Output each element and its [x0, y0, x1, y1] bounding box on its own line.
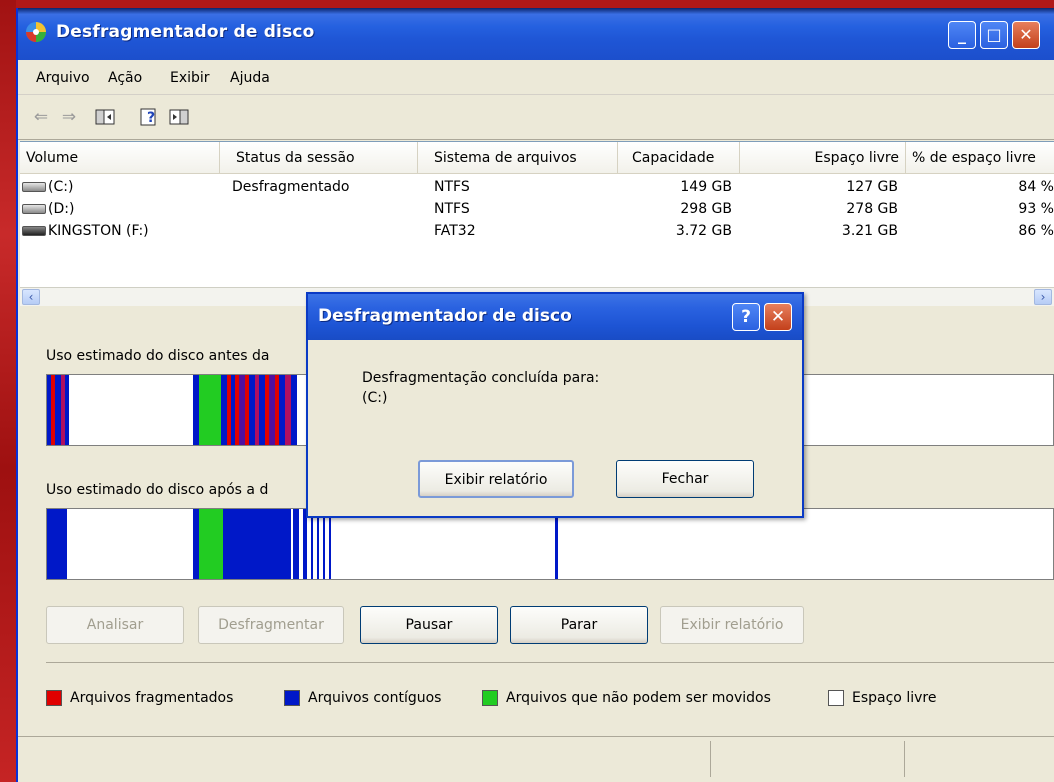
hard-drive-icon	[22, 204, 46, 214]
column-header-filesystem[interactable]: Sistema de arquivos	[418, 142, 618, 174]
column-header-free-space[interactable]: Espaço livre	[740, 142, 906, 174]
minimize-icon: _	[958, 25, 966, 44]
percent-free-cell: 84 %	[1018, 179, 1054, 195]
dialog-help-button[interactable]: ?	[732, 303, 760, 331]
table-row[interactable]: KINGSTON (F:) FAT32 3.72 GB 3.21 GB 86 %	[20, 220, 1054, 242]
scroll-right-button[interactable]: ›	[1034, 289, 1052, 305]
pause-button[interactable]: Pausar	[360, 606, 498, 644]
contiguous-swatch	[284, 690, 300, 706]
volume-cell: KINGSTON (F:)	[22, 220, 149, 242]
analyze-button[interactable]: Analisar	[46, 606, 184, 644]
status-divider	[710, 741, 711, 777]
free-space-cell: 3.21 GB	[841, 223, 898, 239]
background-border	[0, 0, 16, 782]
dialog-message-line: Desfragmentação concluída para:	[362, 370, 600, 386]
stop-button[interactable]: Parar	[510, 606, 648, 644]
dialog-volume-label: (C:)	[362, 390, 388, 406]
dialog-title: Desfragmentador de disco	[318, 306, 572, 326]
defrag-window: Desfragmentador de disco _ □ ✕ Arquivo A…	[16, 8, 1054, 782]
filesystem-cell: NTFS	[434, 201, 470, 217]
volume-cell: (C:)	[22, 176, 73, 198]
hard-drive-icon	[22, 182, 46, 192]
window-title: Desfragmentador de disco	[56, 22, 315, 42]
capacity-cell: 149 GB	[680, 179, 732, 195]
after-disk-usage-bar	[46, 508, 1054, 580]
legend-free-space: Espaço livre	[828, 688, 936, 708]
help-icon[interactable]: ?	[138, 106, 160, 128]
view-report-button[interactable]: Exibir relatório	[660, 606, 804, 644]
volume-cell: (D:)	[22, 198, 74, 220]
close-button[interactable]: ✕	[1012, 21, 1040, 49]
maximize-button[interactable]: □	[980, 21, 1008, 49]
column-header-percent-free[interactable]: % de espaço livre	[906, 142, 1054, 174]
forward-arrow-icon[interactable]: ⇒	[58, 106, 80, 128]
status-bar	[18, 736, 1054, 782]
legend-label: Arquivos que não podem ser movidos	[506, 690, 771, 706]
dialog-title-bar[interactable]: Desfragmentador de disco ? ✕	[308, 294, 802, 340]
close-icon: ✕	[770, 307, 786, 327]
free-space-cell: 127 GB	[846, 179, 898, 195]
free-space-cell: 278 GB	[846, 201, 898, 217]
capacity-cell: 3.72 GB	[675, 223, 732, 239]
fragmented-swatch	[46, 690, 62, 706]
table-row[interactable]: (C:) Desfragmentado NTFS 149 GB 127 GB 8…	[20, 176, 1054, 198]
dialog-close-action-button[interactable]: Fechar	[616, 460, 754, 498]
filesystem-cell: NTFS	[434, 179, 470, 195]
minimize-button[interactable]: _	[948, 21, 976, 49]
status-divider	[904, 741, 905, 777]
show-hide-console-tree-icon[interactable]	[94, 106, 116, 128]
usb-drive-icon	[22, 226, 46, 236]
svg-text:?: ?	[147, 110, 155, 126]
free-space-swatch	[828, 690, 844, 706]
table-row[interactable]: (D:) NTFS 298 GB 278 GB 93 %	[20, 198, 1054, 220]
menu-arquivo[interactable]: Arquivo	[36, 70, 90, 86]
maximize-icon: □	[986, 25, 1002, 44]
toolbar: ⇐ ⇒ ?	[18, 95, 1054, 140]
volume-name: (C:)	[48, 179, 74, 195]
column-header-capacity[interactable]: Capacidade	[618, 142, 740, 174]
close-icon: ✕	[1019, 25, 1033, 44]
legend-label: Arquivos contíguos	[308, 690, 442, 706]
filesystem-cell: FAT32	[434, 223, 476, 239]
before-usage-label: Uso estimado do disco antes da	[46, 348, 270, 364]
after-usage-label: Uso estimado do disco após a d	[46, 482, 269, 498]
legend-fragmented: Arquivos fragmentados	[46, 688, 233, 708]
title-bar[interactable]: Desfragmentador de disco _ □ ✕	[18, 8, 1054, 60]
percent-free-cell: 86 %	[1018, 223, 1054, 239]
unmovable-swatch	[482, 690, 498, 706]
volume-name: KINGSTON (F:)	[48, 223, 149, 239]
dialog-message: Desfragmentação concluída para: (C:)	[362, 368, 599, 408]
dialog-view-report-button[interactable]: Exibir relatório	[418, 460, 574, 498]
defragment-button[interactable]: Desfragmentar	[198, 606, 344, 644]
defrag-app-icon	[26, 22, 46, 42]
legend-divider	[46, 662, 1054, 663]
legend-unmovable: Arquivos que não podem ser movidos	[482, 688, 771, 708]
menu-exibir[interactable]: Exibir	[170, 70, 210, 86]
back-arrow-icon[interactable]: ⇐	[30, 106, 52, 128]
menu-acao[interactable]: Ação	[108, 70, 142, 86]
dialog-close-button[interactable]: ✕	[764, 303, 792, 331]
percent-free-cell: 93 %	[1018, 201, 1054, 217]
status-cell: Desfragmentado	[232, 179, 350, 195]
help-icon: ?	[741, 307, 751, 327]
volume-name: (D:)	[48, 201, 75, 217]
legend-contiguous: Arquivos contíguos	[284, 688, 441, 708]
capacity-cell: 298 GB	[680, 201, 732, 217]
legend-label: Arquivos fragmentados	[70, 690, 234, 706]
menu-ajuda[interactable]: Ajuda	[230, 70, 270, 86]
column-header-status[interactable]: Status da sessão	[220, 142, 418, 174]
properties-pane-icon[interactable]	[168, 106, 190, 128]
volume-list: Volume Status da sessão Sistema de arqui…	[20, 141, 1054, 288]
scroll-left-button[interactable]: ‹	[22, 289, 40, 305]
legend-label: Espaço livre	[852, 690, 937, 706]
column-header-volume[interactable]: Volume	[20, 142, 220, 174]
menu-bar: Arquivo Ação Exibir Ajuda	[18, 60, 1054, 95]
completion-dialog: Desfragmentador de disco ? ✕ Desfragment…	[306, 292, 804, 518]
